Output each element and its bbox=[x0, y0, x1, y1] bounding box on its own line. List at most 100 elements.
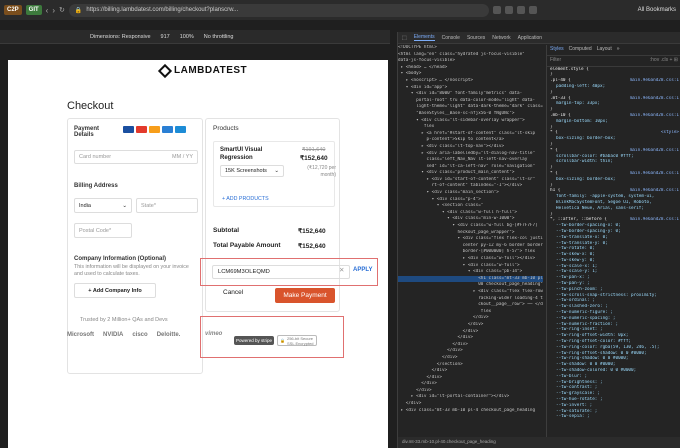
rule-selector[interactable]: *, ::after, ::before { bbox=[550, 217, 607, 222]
dom-node-line[interactable]: </div> bbox=[398, 375, 543, 382]
dom-node-line[interactable]: sed" id="lt-ca-left-nav" role="navigatio… bbox=[398, 164, 543, 171]
styles-filter-input[interactable]: Filter bbox=[550, 57, 561, 64]
dom-node-line[interactable]: ▾ <div class="pb-14"> bbox=[398, 269, 543, 276]
dom-node-line[interactable]: </div> bbox=[398, 388, 543, 395]
tab-layout[interactable]: Layout bbox=[597, 46, 612, 53]
dom-node-line[interactable]: </section> bbox=[398, 362, 543, 369]
dom-node-line[interactable]: </div> bbox=[398, 315, 543, 322]
dom-node-line[interactable]: ▾ <body> bbox=[398, 71, 543, 78]
elements-tree[interactable]: <!DOCTYPE html> <html lang="en" class="hy… bbox=[398, 45, 543, 435]
dom-node-line[interactable]: <h1 class="mt-33 mb-10 pl-4 bbox=[398, 275, 543, 283]
dom-node-line[interactable]: <!DOCTYPE html> bbox=[398, 45, 543, 52]
dom-node-line[interactable]: ▸ <div class="flex flex-row bbox=[398, 289, 543, 296]
zoom-select[interactable]: 100% bbox=[180, 34, 194, 40]
dom-node-line[interactable]: ckout__page__row"> ── </div bbox=[398, 302, 543, 309]
add-company-info-button[interactable]: + Add Company Info bbox=[74, 283, 156, 298]
devtools-breadcrumb[interactable]: div.mt-33.mb-10.pl-40.checkout_page_head… bbox=[398, 437, 680, 448]
plan-select[interactable]: 15K Screenshots ⌄ bbox=[220, 165, 284, 177]
card-number-input[interactable]: Card number MM / YY bbox=[74, 150, 198, 164]
dom-node-line[interactable]: ▾ <div class="w-full bg-[#F7F7F7] bbox=[398, 223, 543, 230]
rule-source-link[interactable]: main.9e6and28.css:1 bbox=[630, 148, 680, 154]
add-products-link[interactable]: + ADD PRODUCTS bbox=[222, 196, 269, 202]
all-bookmarks[interactable]: All Bookmarks bbox=[638, 7, 676, 13]
dom-node-line[interactable]: ▾ <div class="min-w-1000"> bbox=[398, 216, 543, 223]
dom-node-line[interactable]: border-[#000000] h-57"> flex bbox=[398, 249, 543, 256]
width-input[interactable]: 917 bbox=[161, 34, 170, 40]
dom-node-line[interactable]: 00 checkout_page_heading"> bbox=[398, 282, 543, 289]
make-payment-button[interactable]: Make Payment bbox=[275, 288, 335, 303]
throttle-select[interactable]: No throttling bbox=[204, 34, 234, 40]
dom-node-line[interactable]: ▸ <div aria-labelledby="lt-dialog-nav-ti… bbox=[398, 151, 543, 158]
dom-node-line[interactable]: ▾ <div class="flex flex-col justify bbox=[398, 236, 543, 243]
dom-node-line[interactable]: </div> bbox=[398, 335, 543, 342]
tab-application[interactable]: Application bbox=[518, 35, 542, 41]
rule-selector[interactable]: .mt-33 { bbox=[550, 96, 571, 101]
dom-node-line[interactable]: "BaseStyles__Base-sc-nfjx56-0 fNgUNc"> bbox=[398, 111, 543, 118]
dom-node-line[interactable]: ▾ <div id="app"> bbox=[398, 85, 543, 92]
dom-node-line[interactable]: class="left_Nav_Nav lt-left-nav-overlay bbox=[398, 157, 543, 164]
profile-chip-c2p[interactable]: C2P bbox=[4, 5, 22, 15]
dom-node-line[interactable]: ▸ <a href="#start-of-content" class="lt-… bbox=[398, 131, 543, 138]
dom-node-line[interactable]: ▾ <div class="product_main_content"> bbox=[398, 170, 543, 177]
dom-node-line[interactable]: ▸ <noscript> … </noscript> bbox=[398, 78, 543, 85]
dom-node-line[interactable]: </div> bbox=[398, 381, 543, 388]
dom-node-line[interactable]: ▾ <div class="lt-sidebar-overlay wrapper… bbox=[398, 118, 543, 125]
rule-selector[interactable]: h1 { bbox=[550, 188, 560, 193]
rule-selector[interactable]: element.style { bbox=[550, 67, 589, 72]
tab-sources[interactable]: Sources bbox=[467, 35, 485, 41]
dom-node-line[interactable]: </div> bbox=[398, 322, 543, 329]
reload-icon[interactable]: ↻ bbox=[59, 6, 65, 14]
country-select[interactable]: India ⌄ bbox=[74, 198, 132, 213]
extension-icon[interactable] bbox=[516, 6, 525, 14]
tab-elements[interactable]: Elements bbox=[413, 34, 435, 41]
dom-node-line[interactable]: </div> bbox=[398, 355, 543, 362]
dom-node-line[interactable]: flex bbox=[398, 124, 543, 131]
tab-console[interactable]: Console bbox=[442, 35, 460, 41]
dom-node-line[interactable]: ▸ <div class="lt-top-nav"></div> bbox=[398, 144, 543, 151]
dom-node-line[interactable]: flex bbox=[398, 309, 543, 316]
dom-node-line[interactable]: rt-of-content" tabindex="-1"></div> bbox=[398, 183, 543, 190]
dom-node-line[interactable]: </div> bbox=[398, 329, 543, 336]
tab-computed[interactable]: Computed bbox=[569, 46, 592, 53]
apply-coupon-button[interactable]: APPLY bbox=[353, 267, 372, 273]
postal-code-input[interactable]: Postal Code* bbox=[74, 223, 132, 238]
back-icon[interactable]: ‹ bbox=[46, 6, 49, 15]
state-input[interactable]: State* bbox=[136, 198, 198, 213]
dom-node-line[interactable]: light-theme="light" data-dark-theme="dar… bbox=[398, 104, 543, 111]
rule-selector[interactable]: * { bbox=[550, 148, 558, 153]
extension-icon[interactable] bbox=[504, 6, 513, 14]
dom-node-line[interactable]: <html lang="en" class="hydrated js-focus… bbox=[398, 52, 543, 59]
forward-icon[interactable]: › bbox=[52, 6, 55, 15]
dom-node-line[interactable]: ▾ <div class="w-full h-full"> bbox=[398, 210, 543, 217]
dom-node-line[interactable]: </div> bbox=[398, 401, 543, 408]
dom-node-line[interactable]: ▾ <div class="p-4"> bbox=[398, 197, 543, 204]
dom-node-line[interactable]: ▸ <div class="w-full"></div> bbox=[398, 256, 543, 263]
tab-network[interactable]: Network bbox=[492, 35, 510, 41]
dom-node-line[interactable]: ▾ <div id="8000" font-family"metrics" da… bbox=[398, 91, 543, 98]
dom-node-line[interactable]: center py-12 my-6 border border bbox=[398, 243, 543, 250]
extension-icon[interactable] bbox=[528, 6, 537, 14]
rule-source-link[interactable]: main.9e6and28.css:1 bbox=[630, 96, 680, 102]
rule-selector[interactable]: .pl-40 { bbox=[550, 78, 571, 83]
dom-node-line[interactable]: ▸ <div id="start-of-content" class="lt-s… bbox=[398, 177, 543, 184]
dom-node-line[interactable]: p-content">Skip to content</a> bbox=[398, 137, 543, 144]
extension-icon[interactable] bbox=[492, 6, 501, 14]
dom-node-line[interactable]: </div> bbox=[398, 368, 543, 375]
rule-source-link[interactable]: main.9e6and28.css:1 bbox=[630, 113, 680, 119]
rule-source-link[interactable]: main.9e6and28.css:1 bbox=[630, 217, 680, 223]
dom-node-line[interactable]: </div> bbox=[398, 348, 543, 355]
styles-filter-tools[interactable]: :hov .cls + ⊞ bbox=[650, 57, 678, 64]
dom-node-line[interactable]: ▸ <div class="mt-33 mb-10 pl-4 checkout_… bbox=[398, 408, 543, 415]
dom-node-line[interactable]: </div> bbox=[398, 342, 543, 349]
dom-node-line[interactable]: portal-root" tru data-color-mode="light"… bbox=[398, 98, 543, 105]
rule-source-link[interactable]: main.9e6and28.css:1 bbox=[630, 78, 680, 84]
rule-selector[interactable]: * { bbox=[550, 171, 558, 176]
dom-node-line[interactable]: ▾ <div class="main_section"> bbox=[398, 190, 543, 197]
inspect-icon[interactable]: ⬚ bbox=[402, 35, 407, 41]
dom-node-line[interactable]: racking-wider loading-4 t bbox=[398, 296, 543, 303]
style-declaration[interactable]: --tw-sepia: ; bbox=[547, 414, 680, 420]
clear-coupon-icon[interactable]: ✕ bbox=[339, 266, 344, 274]
dom-node-line[interactable]: heckout_page_wrapper"> bbox=[398, 230, 543, 237]
dimensions-select[interactable]: Dimensions: Responsive bbox=[90, 34, 151, 40]
address-bar[interactable]: 🔒 https://billing.lambdatest.com/billing… bbox=[68, 3, 489, 17]
